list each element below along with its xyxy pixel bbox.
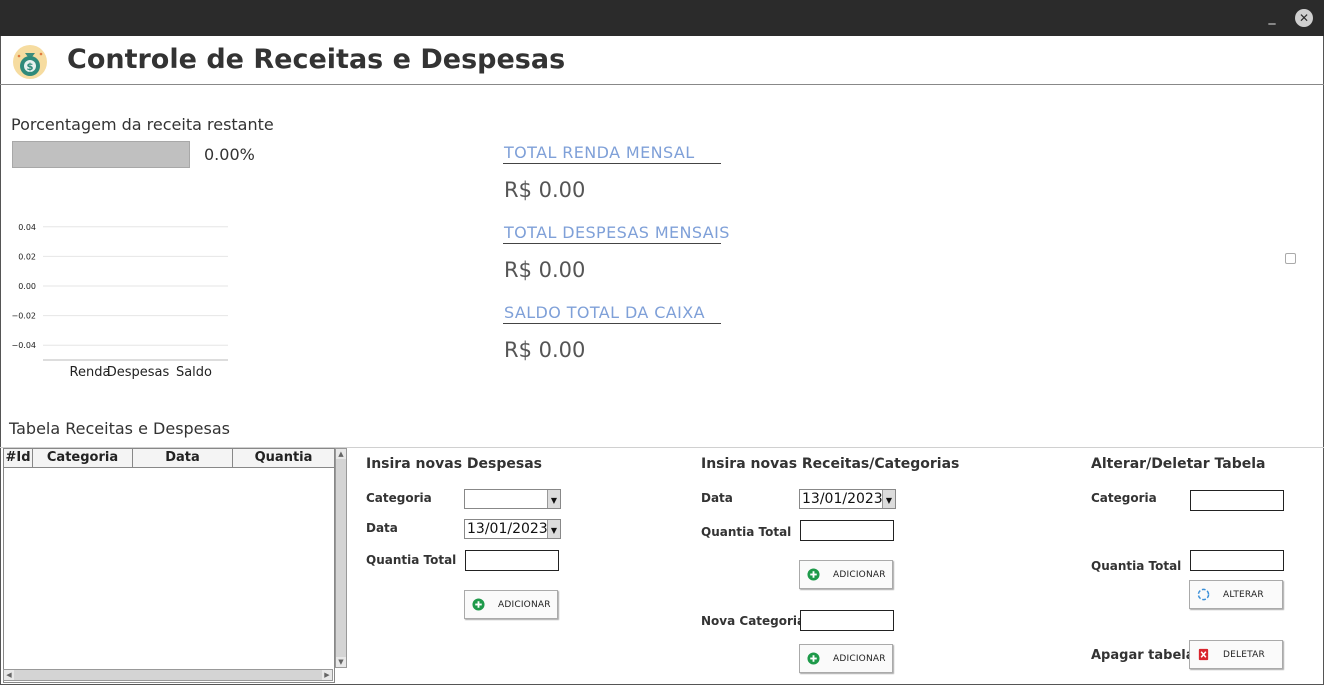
alterar-categoria-label: Categoria — [1091, 491, 1157, 505]
alterar-button[interactable]: ALTERAR — [1189, 580, 1283, 609]
saldo-total-label: SALDO TOTAL DA CAIXA — [504, 303, 705, 322]
chart-ytick-label: 0.02 — [18, 252, 36, 261]
despesas-add-label: ADICIONAR — [498, 600, 551, 610]
summary-chart: 0.04 0.02 0.00 −0.02 −0.04 RendaDespesas Sald… — [11, 223, 228, 380]
saldo-total-value: R$ 0.00 — [504, 338, 586, 362]
receitas-add-label: ADICIONAR — [833, 570, 886, 580]
receitas-title: Insira novas Receitas/Categorias — [701, 456, 960, 472]
nova-categoria-input[interactable] — [800, 610, 894, 631]
alterar-quantia-input[interactable] — [1190, 550, 1284, 571]
despesas-data-field[interactable]: 13/01/2023 ▼ — [464, 519, 561, 539]
total-despesas-label: TOTAL DESPESAS MENSAIS — [504, 223, 730, 242]
alterar-title: Alterar/Deletar Tabela — [1091, 456, 1266, 472]
deletar-button-label: DELETAR — [1223, 650, 1265, 660]
percent-value: 0.00% — [204, 145, 255, 164]
chart-ytick-label: 0.04 — [18, 223, 36, 232]
money-bag-icon: $ — [13, 45, 47, 79]
window-titlebar — [0, 0, 1324, 36]
categoria-add-button[interactable]: ADICIONAR — [799, 644, 893, 673]
chart-xtick-label: Renda — [70, 365, 111, 380]
chart-xtick-label: Saldo — [176, 365, 212, 380]
despesas-data-label: Data — [366, 521, 398, 535]
scroll-up-icon[interactable]: ▲ — [336, 449, 346, 459]
despesas-title: Insira novas Despesas — [366, 456, 542, 472]
categoria-add-label: ADICIONAR — [833, 654, 886, 664]
apagar-tabela-label: Apagar tabela — [1091, 648, 1195, 663]
deletar-button[interactable]: DELETAR — [1189, 640, 1283, 669]
chart-ytick-label: 0.00 — [18, 282, 36, 291]
receitas-add-button[interactable]: ADICIONAR — [799, 560, 893, 589]
table-vertical-scrollbar[interactable]: ▲ ▼ — [335, 448, 347, 668]
toggle-checkbox[interactable] — [1285, 253, 1296, 264]
receitas-data-label: Data — [701, 491, 733, 505]
progress-bar — [12, 141, 190, 168]
delete-icon — [1198, 648, 1209, 661]
despesas-data-value: 13/01/2023 — [467, 521, 548, 537]
receitas-data-value: 13/01/2023 — [802, 491, 883, 507]
add-icon — [807, 568, 820, 581]
despesas-categoria-label: Categoria — [366, 491, 432, 505]
chart-xtick-label: Despesas — [107, 365, 170, 380]
total-renda-value: R$ 0.00 — [504, 178, 586, 202]
chart-ytick-label: −0.02 — [11, 312, 36, 321]
nova-categoria-label: Nova Categoria — [701, 614, 806, 628]
column-header-data[interactable]: Data — [133, 449, 233, 468]
despesas-quantia-label: Quantia Total — [366, 553, 457, 567]
despesas-categoria-select[interactable]: ▼ — [464, 489, 561, 509]
page-title: Controle de Receitas e Despesas — [67, 44, 566, 75]
chevron-down-icon[interactable]: ▼ — [547, 490, 560, 508]
chart-ytick-label: −0.04 — [11, 341, 36, 350]
chevron-down-icon[interactable]: ▼ — [882, 490, 895, 508]
despesas-quantia-input[interactable] — [465, 550, 559, 571]
scroll-right-icon[interactable]: ▶ — [322, 670, 332, 680]
scroll-left-icon[interactable]: ◀ — [4, 670, 14, 680]
saldo-total-underline — [503, 323, 721, 324]
total-despesas-underline — [503, 243, 721, 244]
total-renda-underline — [503, 163, 721, 164]
receitas-quantia-input[interactable] — [800, 520, 894, 541]
close-button[interactable]: ✕ — [1295, 9, 1313, 27]
alterar-button-label: ALTERAR — [1223, 590, 1264, 600]
total-despesas-value: R$ 0.00 — [504, 258, 586, 282]
data-table[interactable]: #Id Categoria Data Quantia — [3, 448, 335, 683]
add-icon — [807, 652, 820, 665]
table-horizontal-scrollbar[interactable]: ◀ ▶ — [3, 669, 333, 681]
receitas-data-field[interactable]: 13/01/2023 ▼ — [799, 489, 896, 509]
column-header-id[interactable]: #Id — [4, 449, 33, 468]
alterar-categoria-input[interactable] — [1190, 490, 1284, 511]
refresh-icon — [1197, 588, 1210, 601]
receitas-quantia-label: Quantia Total — [701, 525, 792, 539]
svg-text:$: $ — [27, 62, 34, 73]
percent-label: Porcentagem da receita restante — [11, 115, 274, 134]
column-header-categoria[interactable]: Categoria — [33, 449, 133, 468]
column-header-quantia[interactable]: Quantia — [233, 449, 334, 468]
alterar-quantia-label: Quantia Total — [1091, 559, 1182, 573]
despesas-add-button[interactable]: ADICIONAR — [464, 590, 558, 619]
scroll-down-icon[interactable]: ▼ — [336, 657, 346, 667]
table-label: Tabela Receitas e Despesas — [9, 419, 230, 438]
total-renda-label: TOTAL RENDA MENSAL — [504, 143, 695, 162]
add-icon — [472, 598, 485, 611]
minimize-button[interactable]: _ — [1264, 8, 1280, 26]
chevron-down-icon[interactable]: ▼ — [547, 520, 560, 538]
